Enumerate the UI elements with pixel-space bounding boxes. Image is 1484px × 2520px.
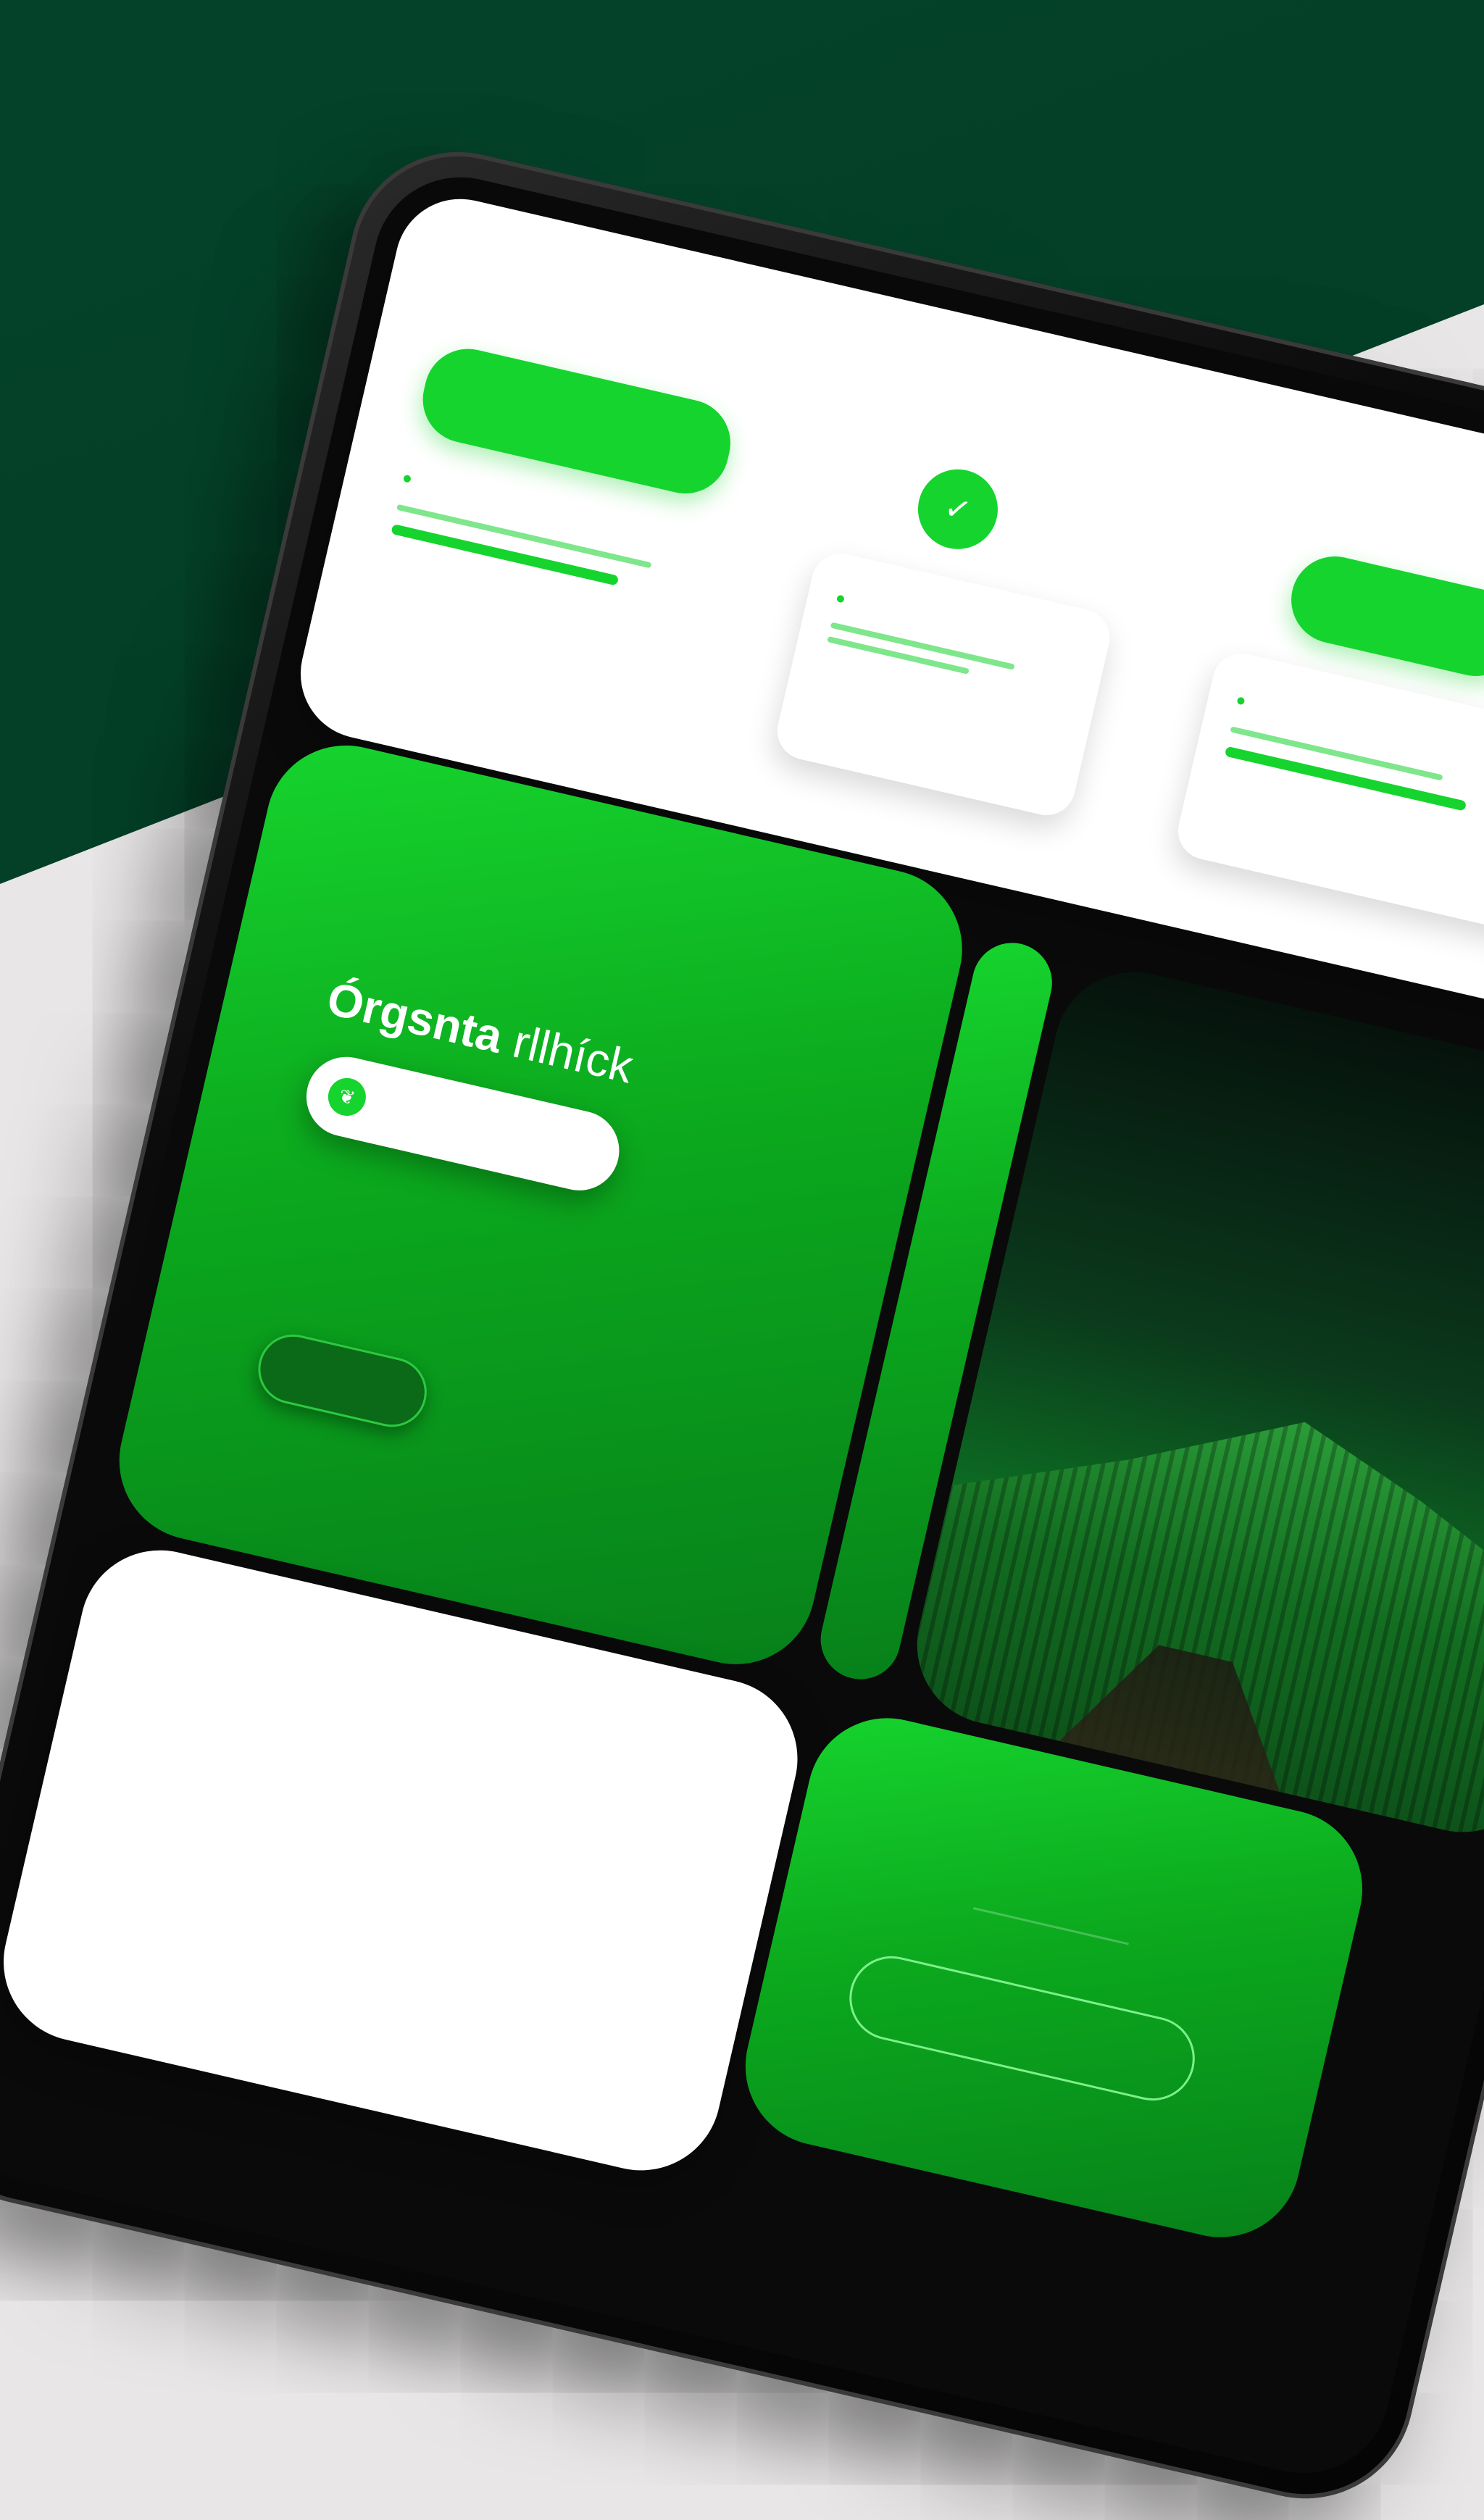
top-navigation: [454, 262, 856, 355]
info-card-3[interactable]: [1172, 647, 1484, 938]
status-dot: [402, 474, 412, 483]
secondary-button[interactable]: [1283, 548, 1484, 685]
hero-description: [287, 1176, 683, 1267]
promo-button[interactable]: [841, 1948, 1204, 2109]
info-card-2[interactable]: [771, 547, 1116, 822]
promo-divider: [972, 1907, 1129, 1945]
status-dot: [835, 594, 845, 604]
leaf-icon: ❦: [324, 1074, 370, 1120]
article-body: [154, 1688, 733, 1822]
brand-logo[interactable]: [454, 262, 461, 264]
hero-button[interactable]: [251, 1327, 434, 1434]
check-icon[interactable]: ✓: [909, 461, 1006, 557]
info-card-3-title: [1235, 683, 1484, 784]
status-dot: [1236, 696, 1246, 706]
